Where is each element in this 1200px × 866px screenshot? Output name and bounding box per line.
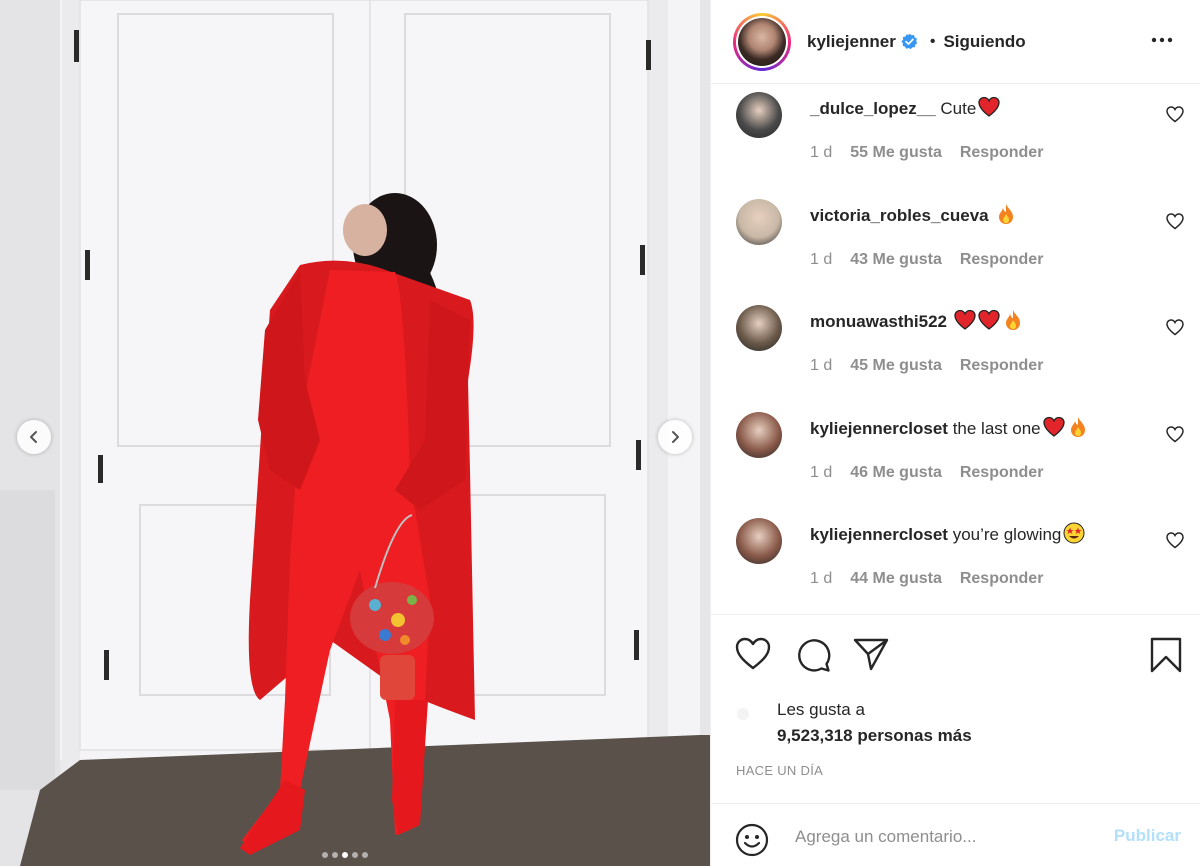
avatar-frame <box>736 15 788 68</box>
action-bar <box>711 614 1200 694</box>
verified-badge-icon <box>901 33 917 50</box>
red-heart-emoji-icon <box>978 309 1000 330</box>
comment-time: 1 d <box>810 250 833 268</box>
fire-emoji-icon <box>1070 416 1085 437</box>
carousel-indicator <box>322 852 368 858</box>
comment-avatar[interactable] <box>736 518 782 564</box>
previous-photo-button[interactable] <box>17 420 51 454</box>
comment-avatar[interactable] <box>736 92 782 138</box>
comment-meta: 1 d 46 Me gusta Responder <box>810 464 1061 482</box>
post-photo[interactable] <box>0 0 710 866</box>
add-comment-bar: Publicar <box>711 803 1200 866</box>
emoji-icon[interactable] <box>735 823 769 857</box>
carousel-dot <box>352 852 358 858</box>
red-heart-emoji-icon <box>978 96 1000 117</box>
comment-text: monuawasthi522 <box>810 309 1024 332</box>
header-separator: • <box>929 32 936 50</box>
comment-item: victoria_robles_cueva 1 d 43 Me gusta Resp… <box>711 191 1200 297</box>
chevron-right-icon <box>672 431 679 443</box>
comment-likes[interactable]: 55 Me gusta <box>850 144 942 162</box>
carousel-dot <box>362 852 368 858</box>
comment-meta: 1 d 55 Me gusta Responder <box>810 144 1061 162</box>
reply-button[interactable]: Responder <box>960 144 1044 162</box>
chevron-left-icon <box>30 431 37 443</box>
bookmark-icon[interactable] <box>1149 637 1183 673</box>
comment-meta: 1 d 43 Me gusta Responder <box>810 251 1061 269</box>
following-button[interactable]: Siguiendo <box>943 32 1025 52</box>
heart-icon[interactable] <box>735 637 771 671</box>
comment-text: victoria_robles_cueva <box>810 203 1017 226</box>
comment-body: Cute <box>940 99 977 118</box>
comment-item: monuawasthi522 1 d 45 Me gusta Responder <box>711 297 1200 403</box>
comment-like-heart-icon[interactable] <box>1166 425 1184 443</box>
comment-username[interactable]: kyliejennercloset <box>810 525 948 544</box>
comment-time: 1 d <box>810 357 833 374</box>
comment-item: _dulce_lopez__ Cute 1 d 55 Me gusta Respond… <box>711 84 1200 190</box>
comment-likes[interactable]: 43 Me gusta <box>850 251 942 269</box>
reply-button[interactable]: Responder <box>960 251 1044 269</box>
likers-avatar[interactable] <box>737 708 749 720</box>
comment-likes[interactable]: 46 Me gusta <box>850 464 942 482</box>
comment-text: _dulce_lopez__ Cute <box>810 96 1000 119</box>
comment-username[interactable]: _dulce_lopez__ <box>810 99 936 118</box>
comment-time: 1 d <box>810 463 833 481</box>
post-timestamp[interactable]: HACE UN DÍA <box>736 763 823 778</box>
carousel-dot <box>332 852 338 858</box>
comment-avatar[interactable] <box>736 411 782 458</box>
publish-button[interactable]: Publicar <box>1114 826 1181 846</box>
carousel-dot <box>322 852 328 858</box>
comment-meta: 1 d 44 Me gusta Responder <box>810 570 1061 588</box>
comment-text: kyliejennercloset the last one <box>810 416 1089 439</box>
comment-body: the last one <box>952 418 1041 438</box>
fire-emoji-icon <box>999 203 1014 224</box>
comment-like-heart-icon[interactable] <box>1166 106 1184 123</box>
post-header: kyliejenner • Siguiendo <box>711 0 1200 84</box>
comment-username[interactable]: kyliejennercloset <box>810 419 948 438</box>
reply-button[interactable]: Responder <box>960 464 1044 482</box>
paper-plane-icon[interactable] <box>853 637 889 671</box>
comment-like-heart-icon[interactable] <box>1166 532 1184 549</box>
star-eyes-emoji-icon <box>1063 522 1085 544</box>
avatar[interactable] <box>738 17 786 66</box>
comment-avatar[interactable] <box>736 305 782 351</box>
comment-like-heart-icon[interactable] <box>1166 212 1184 230</box>
comment-username[interactable]: monuawasthi522 <box>810 312 947 331</box>
comment-item: kyliejennercloset the last one 1 d 46 Me g… <box>711 404 1200 510</box>
red-heart-emoji-icon <box>954 309 976 330</box>
comment-username[interactable]: victoria_robles_cueva <box>810 206 989 225</box>
reply-button[interactable]: Responder <box>960 357 1044 375</box>
carousel-dot <box>342 852 348 858</box>
comment-body: you’re glowing <box>952 525 1062 544</box>
comment-likes[interactable]: 44 Me gusta <box>850 570 942 588</box>
comment-meta: 1 d 45 Me gusta Responder <box>810 357 1061 375</box>
red-heart-emoji-icon <box>1042 416 1065 437</box>
comment-time: 1 d <box>810 570 833 587</box>
likes-count[interactable]: 9,523,318 personas más <box>777 726 972 746</box>
comment-icon[interactable] <box>795 637 831 673</box>
comment-item: kyliejennercloset you’re glowing 1 d 44 Me… <box>711 510 1200 616</box>
next-photo-button[interactable] <box>658 420 692 454</box>
story-ring[interactable] <box>733 12 791 71</box>
post-image <box>0 0 710 866</box>
comment-like-heart-icon[interactable] <box>1166 319 1184 336</box>
post-side-panel: kyliejenner • Siguiendo _dulce_lopez__ C… <box>710 0 1200 866</box>
comment-input[interactable] <box>795 824 1095 850</box>
fire-emoji-icon <box>1005 310 1020 330</box>
reply-button[interactable]: Responder <box>960 570 1044 588</box>
likes-by-label: Les gusta a <box>777 700 865 719</box>
comment-time: 1 d <box>810 144 833 161</box>
more-options-icon[interactable] <box>1150 28 1174 52</box>
comment-avatar[interactable] <box>736 198 782 245</box>
comment-text: kyliejennercloset you’re glowing <box>810 522 1085 545</box>
comment-likes[interactable]: 45 Me gusta <box>850 357 942 375</box>
author-username[interactable]: kyliejenner <box>807 32 896 52</box>
